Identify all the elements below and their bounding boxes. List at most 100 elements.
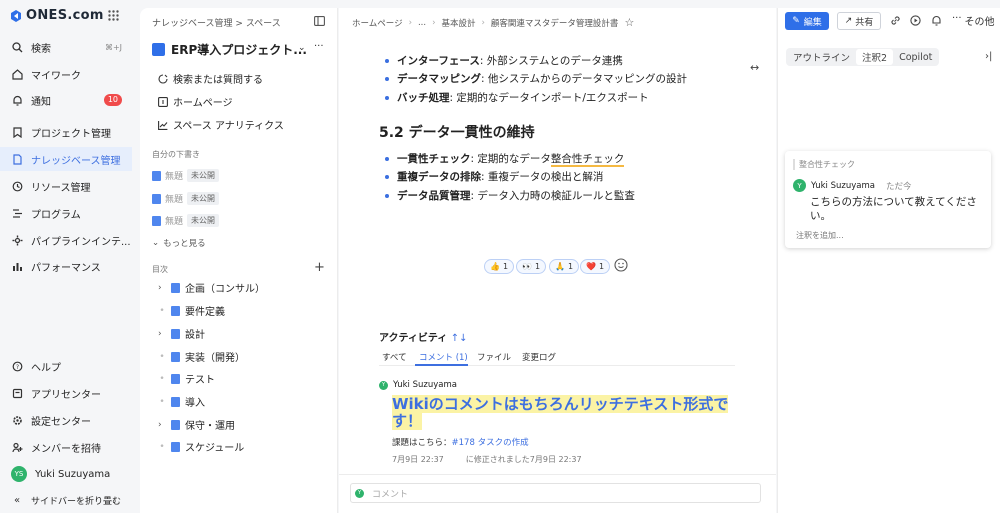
show-more-link[interactable]: ⌄ もっと見る xyxy=(152,237,206,249)
subscribe-bell-icon[interactable] xyxy=(931,15,942,26)
avatar: Y xyxy=(379,380,388,390)
ones-logo-icon xyxy=(11,9,21,22)
search-shortcut: ⌘+J xyxy=(104,42,122,52)
tab-files[interactable]: ファイル xyxy=(477,351,511,363)
add-icon[interactable]: + xyxy=(314,260,325,275)
toc-item[interactable]: › 設計 xyxy=(158,326,205,341)
nav-performance[interactable]: パフォーマンス xyxy=(0,254,132,278)
chevron-down-icon[interactable]: ⌄ xyxy=(298,43,306,53)
list-item: 重複データの排除: 重複データの検出と解消 xyxy=(385,169,603,184)
sort-icon[interactable]: ↑↓ xyxy=(451,333,468,344)
space-title[interactable]: ERP導入プロジェクト... xyxy=(152,41,307,58)
expand-width-icon[interactable]: ↔ xyxy=(750,61,759,74)
issue-link[interactable]: #178 タスクの作成 xyxy=(452,438,529,448)
star-icon[interactable]: ☆ xyxy=(624,16,634,29)
chevron-right-icon[interactable]: › xyxy=(158,420,166,430)
document-icon xyxy=(152,193,161,204)
bar-chart-icon xyxy=(11,260,23,272)
nav-pipeline[interactable]: パイプラインインテ... xyxy=(0,228,132,252)
nav-app-center[interactable]: アプリセンター xyxy=(0,381,132,405)
app-grid-icon[interactable] xyxy=(108,10,119,21)
annotation-quote: 整合性チェック xyxy=(793,159,855,170)
reaction-heart[interactable]: ❤️ 1 xyxy=(580,259,611,274)
nav-program[interactable]: プログラム xyxy=(0,201,132,225)
toc-item[interactable]: › 企画（コンサル） xyxy=(158,280,265,295)
annotated-text[interactable]: 整合性チェック xyxy=(550,153,625,167)
draft-item[interactable]: 無題 未公開 xyxy=(152,169,220,182)
document-icon xyxy=(171,441,180,452)
tab-annotations[interactable]: 注釈2 xyxy=(856,49,894,65)
add-user-icon xyxy=(11,441,23,453)
panel-breadcrumb[interactable]: ナレッジベース管理 > スペース xyxy=(152,16,281,29)
panel-space-analytics[interactable]: スペース アナリティクス xyxy=(158,117,284,132)
status-badge: 未公開 xyxy=(187,214,220,227)
add-annotation-input[interactable]: 注釈を追加... xyxy=(796,230,844,241)
notification-count-badge: 10 xyxy=(103,94,122,106)
toc-item[interactable]: › 保守・運用 xyxy=(158,417,235,432)
add-reaction-icon[interactable] xyxy=(614,258,628,272)
toc-item[interactable]: • スケジュール xyxy=(158,439,244,454)
tab-comments[interactable]: コメント (1) xyxy=(419,351,468,363)
nav-project-management[interactable]: プロジェクト管理 xyxy=(0,120,132,144)
bullet-dot: • xyxy=(159,396,165,407)
nav-resource-management[interactable]: リソース管理 xyxy=(0,174,132,198)
nav-collapse-sidebar[interactable]: « サイドバーを折り畳む xyxy=(0,488,132,512)
collapse-panel-icon[interactable]: ›| xyxy=(985,51,992,62)
nav-invite-member[interactable]: メンバーを招待 xyxy=(0,435,132,459)
panel-search-ask[interactable]: 検索または質問する xyxy=(158,71,263,86)
nav-user-profile[interactable]: YS Yuki Suzuyama xyxy=(0,462,132,486)
draft-item[interactable]: 無題 未公開 xyxy=(152,214,220,227)
reaction-thumbs-up[interactable]: 👍 1 xyxy=(484,259,515,274)
sidebar-toggle-icon[interactable] xyxy=(314,16,325,26)
brand-logo[interactable]: ONES.com xyxy=(10,8,104,23)
edit-button[interactable]: ✎ 編集 xyxy=(785,12,829,30)
share-icon: ↗ xyxy=(844,16,853,26)
document-icon xyxy=(152,170,161,181)
reaction-pray[interactable]: 🙏 1 xyxy=(549,259,580,274)
avatar: Y xyxy=(793,179,806,192)
share-button[interactable]: ↗ 共有 xyxy=(837,12,881,30)
annotation-card: 整合性チェック Y Yuki Suzuyama ただ今 こちらの方法について教え… xyxy=(785,151,991,248)
more-menu[interactable]: ··· その他 xyxy=(952,13,995,28)
drafts-label: 自分の下書き xyxy=(152,150,200,159)
toc-item[interactable]: • 実装（開発） xyxy=(158,349,245,364)
nav-knowledge-base[interactable]: ナレッジベース管理 xyxy=(0,147,132,171)
document-icon xyxy=(152,215,161,226)
nav-my-work[interactable]: マイワーク xyxy=(0,62,132,86)
document-icon xyxy=(11,153,23,165)
tab-copilot[interactable]: Copilot xyxy=(893,49,938,65)
chevron-right-icon[interactable]: › xyxy=(158,283,166,293)
draft-item[interactable]: 無題 未公開 xyxy=(152,192,220,205)
comment-input[interactable]: Y コメント xyxy=(350,483,761,503)
document-icon xyxy=(171,282,180,293)
bullet-dot: • xyxy=(159,373,165,384)
comment-timestamp: 7月9日 22:37 に修正されました7月9日 22:37 xyxy=(392,455,582,464)
brand-name: ONES.com xyxy=(26,8,104,23)
clock-icon xyxy=(11,180,23,192)
panel-homepage[interactable]: ホームページ xyxy=(158,94,233,109)
reaction-eyes[interactable]: 👀 1 xyxy=(516,259,547,274)
more-icon: ··· xyxy=(952,13,962,24)
sidebar: ONES.com 検索 ⌘+J マイワーク 通知 10 プロジェクト管理 ナレッ… xyxy=(0,0,132,513)
nav-help[interactable]: ? ヘルプ xyxy=(0,354,132,378)
comment-link-line: 課題はこちら：#178 タスクの作成 xyxy=(392,438,529,448)
link-icon[interactable] xyxy=(890,15,901,26)
tab-outline[interactable]: アウトライン xyxy=(787,49,856,65)
analytics-icon xyxy=(158,120,168,130)
more-icon[interactable]: ··· xyxy=(314,41,324,52)
toc-item[interactable]: • 要件定義 xyxy=(158,303,225,318)
toc-item[interactable]: • テスト xyxy=(158,371,215,386)
list-item: データマッピング: 他システムからのデータマッピングの設計 xyxy=(385,71,687,86)
tab-changelog[interactable]: 変更ログ xyxy=(522,351,556,363)
nav-settings[interactable]: 設定センター xyxy=(0,408,132,432)
avatar: Y xyxy=(355,488,364,498)
toc-item[interactable]: • 導入 xyxy=(158,394,205,409)
chevron-right-icon[interactable]: › xyxy=(158,329,166,339)
nav-notifications[interactable]: 通知 10 xyxy=(0,88,132,112)
tab-all[interactable]: すべて xyxy=(382,351,407,363)
home-icon xyxy=(11,68,23,80)
present-icon[interactable] xyxy=(910,15,921,26)
space-icon xyxy=(152,43,165,56)
nav-search[interactable]: 検索 ⌘+J xyxy=(0,35,132,59)
comment-body: Wikiのコメントはもちろんリッチテキスト形式です！ xyxy=(392,395,729,430)
